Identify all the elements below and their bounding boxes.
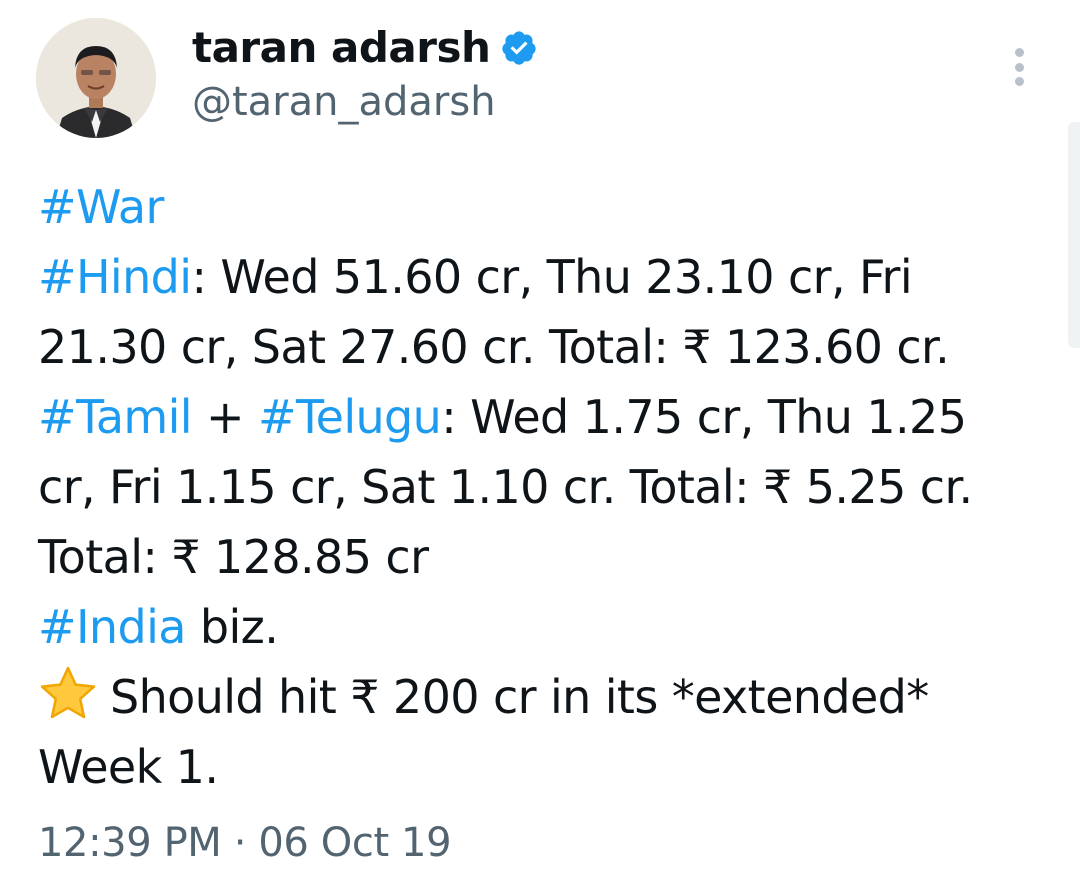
tweet-card: taran adarsh @taran_adarsh #War #Hindi: … (0, 0, 1080, 883)
more-dot-icon (1014, 48, 1024, 57)
tweet-line: 21.30 cr, Sat 27.60 cr. Total: ₹ 123.60 … (38, 312, 1038, 382)
more-dot-icon (1014, 62, 1024, 72)
tweet-line: #Tamil + #Telugu: Wed 1.75 cr, Thu 1.25 (38, 382, 1038, 452)
tweet-text-segment: Week 1. (38, 740, 219, 794)
tweet-text-segment: cr, Fri 1.15 cr, Sat 1.10 cr. Total: ₹ 5… (38, 460, 973, 514)
tweet-line: Should hit ₹ 200 cr in its *extended* (38, 662, 1038, 732)
author-name[interactable]: taran adarsh (192, 22, 491, 74)
more-dot-icon (1014, 77, 1024, 86)
tweet-text-segment: 21.30 cr, Sat 27.60 cr. Total: ₹ 123.60 … (38, 320, 950, 374)
hashtag-tamil[interactable]: #Tamil (38, 390, 193, 444)
star-emoji-icon (38, 665, 98, 721)
tweet-text-segment: Total: ₹ 128.85 cr (38, 530, 429, 584)
scrollbar[interactable] (1068, 122, 1080, 348)
tweet-text-segment: biz. (185, 600, 279, 654)
tweet-text-segment: : Wed 1.75 cr, Thu 1.25 (441, 390, 967, 444)
tweet-text-segment: + (192, 390, 258, 444)
hashtag-war[interactable]: #War (38, 180, 164, 234)
tweet-text-segment: : Wed 51.60 cr, Thu 23.10 cr, Fri (191, 250, 913, 304)
more-options-button[interactable] (1004, 44, 1034, 90)
author-handle[interactable]: @taran_adarsh (192, 77, 496, 127)
author-name-row[interactable]: taran adarsh (192, 22, 538, 74)
avatar-image (36, 18, 156, 138)
hashtag-hindi[interactable]: #Hindi (38, 250, 192, 304)
tweet-text: #War #Hindi: Wed 51.60 cr, Thu 23.10 cr,… (38, 172, 1038, 802)
tweet-line: Total: ₹ 128.85 cr (38, 522, 1038, 592)
hashtag-india[interactable]: #India (38, 600, 186, 654)
tweet-text-segment: Should hit ₹ 200 cr in its *extended* (110, 670, 929, 724)
hashtag-telugu[interactable]: #Telugu (258, 390, 442, 444)
avatar[interactable] (36, 18, 156, 138)
tweet-line: #War (38, 172, 1038, 242)
tweet-line: Week 1. (38, 732, 1038, 802)
tweet-line: #Hindi: Wed 51.60 cr, Thu 23.10 cr, Fri (38, 242, 1038, 312)
tweet-line: #India biz. (38, 592, 1038, 662)
verified-badge-icon (500, 29, 538, 67)
tweet-line: cr, Fri 1.15 cr, Sat 1.10 cr. Total: ₹ 5… (38, 452, 1038, 522)
tweet-timestamp[interactable]: 12:39 PM · 06 Oct 19 (38, 818, 452, 868)
